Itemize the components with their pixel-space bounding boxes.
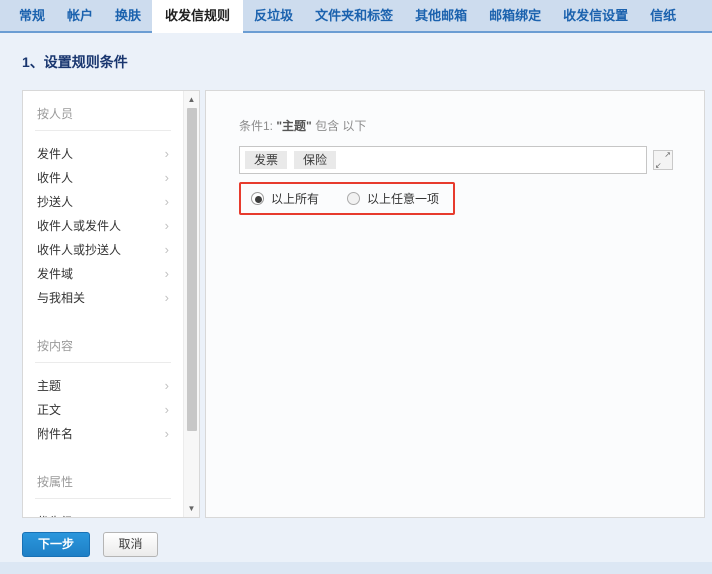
settings-tabbar: 常规 帐户 换肤 收发信规则 反垃圾 文件夹和标签 其他邮箱 邮箱绑定 收发信设… [0,0,712,33]
radio-match-any[interactable]: 以上任意一项 [347,190,439,207]
tab-general[interactable]: 常规 [8,0,56,31]
sidebar-item-attachment-name[interactable]: 附件名 › [23,421,183,445]
chevron-right-icon: › [165,403,169,416]
sidebar-item-sender-domain[interactable]: 发件域 › [23,261,183,285]
chevron-right-icon: › [165,195,169,208]
tab-mailbox-binding[interactable]: 邮箱绑定 [478,0,552,31]
sidebar-scrollbar: ▲ ▼ [183,91,199,517]
condition-category-sidebar: 按人员 发件人 › 收件人 › 抄送人 › [22,90,200,518]
next-step-button[interactable]: 下一步 [22,532,90,557]
tab-folders-and-labels[interactable]: 文件夹和标签 [304,0,404,31]
sidebar-item-recipient-or-cc[interactable]: 收件人或抄送人 › [23,237,183,261]
chevron-right-icon: › [165,267,169,280]
radio-button-unchecked[interactable] [347,192,360,205]
chevron-right-icon: › [165,427,169,440]
sidebar-item-related-to-me[interactable]: 与我相关 › [23,285,183,309]
sidebar-item-cc[interactable]: 抄送人 › [23,189,183,213]
scroll-up-button[interactable]: ▲ [184,92,199,107]
tab-mail-rules[interactable]: 收发信规则 [152,0,243,33]
chevron-right-icon: › [165,379,169,392]
tab-skin[interactable]: 换肤 [104,0,152,31]
tab-anti-spam[interactable]: 反垃圾 [243,0,304,31]
cancel-button[interactable]: 取消 [103,532,158,557]
chevron-right-icon: › [165,515,169,518]
condition-field: "主题" [276,119,311,133]
sidebar-item-body[interactable]: 正文 › [23,397,183,421]
settings-page: 常规 帐户 换肤 收发信规则 反垃圾 文件夹和标签 其他邮箱 邮箱绑定 收发信设… [0,0,712,574]
sidebar-item-sender[interactable]: 发件人 › [23,141,183,165]
scroll-thumb[interactable] [187,108,197,431]
expand-input-button[interactable]: ↗ ↙ [653,150,673,170]
condition-label: 条件1: "主题" 包含 以下 [239,117,704,134]
sidebar-item-recipient-or-sender[interactable]: 收件人或发件人 › [23,213,183,237]
keyword-tag: 保险 [294,151,336,169]
keyword-input[interactable]: 发票 保险 [239,146,647,174]
tab-send-receive-settings[interactable]: 收发信设置 [552,0,639,31]
expand-icon: ↙ [655,161,662,170]
expand-icon: ↗ [664,150,671,159]
sidebar-section-by-content: 按内容 [23,323,183,362]
radio-button-checked[interactable] [251,192,264,205]
sidebar-item-priority[interactable]: 优先级 › [23,509,183,517]
sidebar-item-recipient[interactable]: 收件人 › [23,165,183,189]
sidebar-section-by-attribute: 按属性 [23,459,183,498]
scroll-down-button[interactable]: ▼ [184,501,199,516]
chevron-right-icon: › [165,171,169,184]
tab-stationery[interactable]: 信纸 [639,0,687,31]
sidebar-item-subject[interactable]: 主题 › [23,373,183,397]
chevron-right-icon: › [165,147,169,160]
tab-account[interactable]: 帐户 [56,0,104,31]
chevron-right-icon: › [165,243,169,256]
condition-editor-panel: 条件1: "主题" 包含 以下 发票 保险 ↗ ↙ 以上所有 [205,90,705,518]
keyword-tag: 发票 [245,151,287,169]
step-heading: 1、设置规则条件 [22,52,128,72]
highlight-box: 以上所有 以上任意一项 [239,182,455,215]
radio-match-all[interactable]: 以上所有 [251,190,319,207]
chevron-right-icon: › [165,291,169,304]
sidebar-section-by-person: 按人员 [23,91,183,130]
footer-strip [0,562,712,574]
tab-other-mailbox[interactable]: 其他邮箱 [404,0,478,31]
chevron-right-icon: › [165,219,169,232]
